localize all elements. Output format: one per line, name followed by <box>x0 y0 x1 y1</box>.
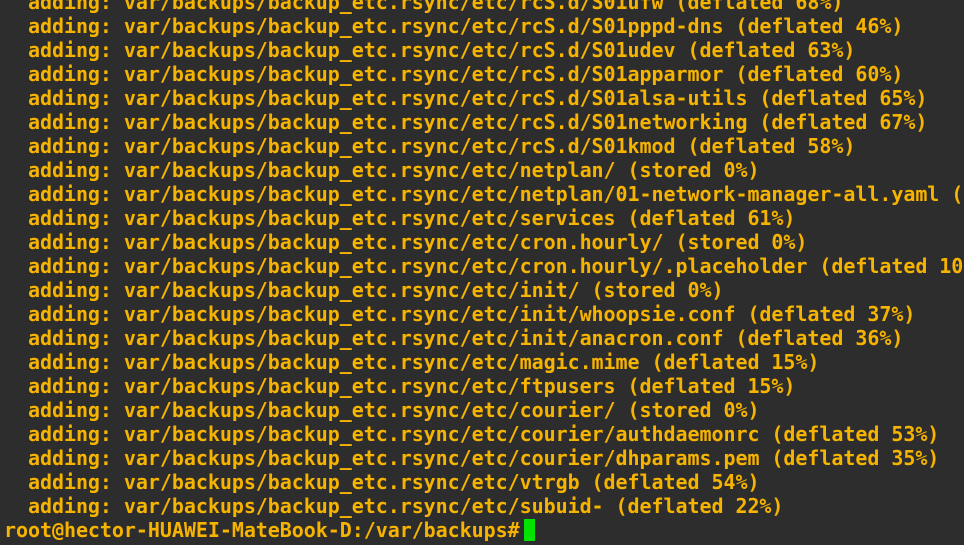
output-line: adding: var/backups/backup_etc.rsync/etc… <box>4 86 928 110</box>
command-prompt-line[interactable]: root@hector-HUAWEI-MateBook-D:/var/backu… <box>0 518 964 542</box>
output-line: adding: var/backups/backup_etc.rsync/etc… <box>4 374 796 398</box>
output-line: adding: var/backups/backup_etc.rsync/etc… <box>4 326 904 350</box>
output-line: adding: var/backups/backup_etc.rsync/etc… <box>4 62 904 86</box>
output-line: adding: var/backups/backup_etc.rsync/etc… <box>4 110 928 134</box>
output-line: adding: var/backups/backup_etc.rsync/etc… <box>4 158 760 182</box>
output-line: adding: var/backups/backup_etc.rsync/etc… <box>4 398 760 422</box>
output-line: adding: var/backups/backup_etc.rsync/etc… <box>4 422 940 446</box>
output-line: adding: var/backups/backup_etc.rsync/etc… <box>4 494 784 518</box>
terminal-window[interactable]: adding: var/backups/backup_etc.rsync/etc… <box>0 0 964 545</box>
output-line: adding: var/backups/backup_etc.rsync/etc… <box>4 0 844 14</box>
shell-prompt: root@hector-HUAWEI-MateBook-D:/var/backu… <box>4 518 520 542</box>
text-cursor <box>523 519 535 541</box>
output-line: adding: var/backups/backup_etc.rsync/etc… <box>4 14 904 38</box>
output-line: adding: var/backups/backup_etc.rsync/etc… <box>4 302 916 326</box>
terminal-output: adding: var/backups/backup_etc.rsync/etc… <box>0 0 964 542</box>
output-line: adding: var/backups/backup_etc.rsync/etc… <box>4 134 856 158</box>
output-line: adding: var/backups/backup_etc.rsync/etc… <box>4 206 796 230</box>
output-line: adding: var/backups/backup_etc.rsync/etc… <box>4 350 820 374</box>
output-line: adding: var/backups/backup_etc.rsync/etc… <box>4 254 964 278</box>
output-line: adding: var/backups/backup_etc.rsync/etc… <box>4 470 760 494</box>
output-line: adding: var/backups/backup_etc.rsync/etc… <box>4 446 940 470</box>
output-line: adding: var/backups/backup_etc.rsync/etc… <box>4 38 856 62</box>
output-line: adding: var/backups/backup_etc.rsync/etc… <box>4 230 808 254</box>
output-line: adding: var/backups/backup_etc.rsync/etc… <box>4 278 724 302</box>
output-line: adding: var/backups/backup_etc.rsync/etc… <box>4 182 964 206</box>
